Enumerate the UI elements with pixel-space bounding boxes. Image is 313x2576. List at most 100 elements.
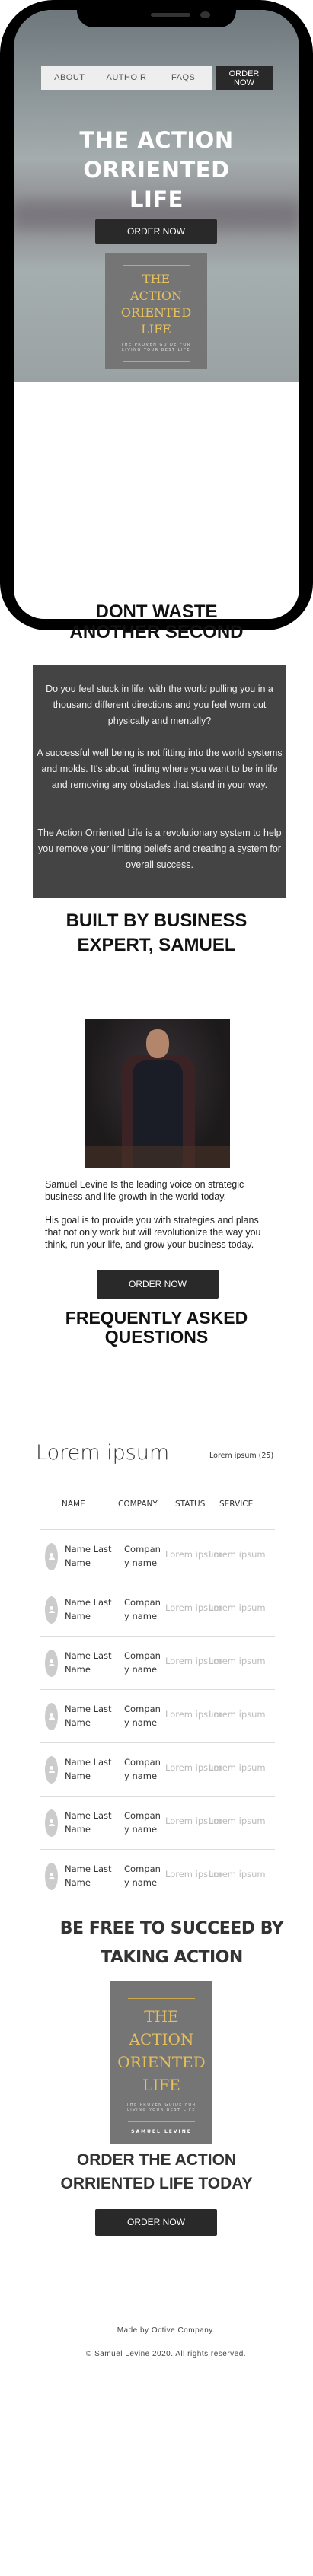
intro-paragraph: A successful well being is not fitting i… xyxy=(37,748,283,790)
book-cover-hero: THE ACTION ORIENTED LIFE THE PROVEN GUID… xyxy=(105,253,207,369)
avatar-icon xyxy=(45,1863,58,1890)
avatar-icon xyxy=(45,1543,58,1570)
table-count: Lorem ipsum (25) xyxy=(209,1452,274,1460)
row-service: Lorem ipsum xyxy=(209,1762,266,1773)
heading-line: QUESTIONS xyxy=(104,1327,209,1347)
book-cover: THE ACTION ORIENTED LIFE THE PROVEN GUID… xyxy=(110,1981,212,2144)
divider xyxy=(128,1998,195,1999)
col-service[interactable]: SERVICE xyxy=(219,1500,253,1509)
hero-order-button[interactable]: ORDER NOW xyxy=(95,219,217,244)
hero-title-line: ORRIENTED xyxy=(83,157,230,183)
table-row[interactable]: Name Last Name Company name Lorem ipsum … xyxy=(40,1689,275,1742)
hero-title-line: LIFE xyxy=(129,187,184,212)
row-service: Lorem ipsum xyxy=(209,1816,266,1826)
phone-screen: ABOUT AUTHO R FAQS ORDER NOW THE ACTION … xyxy=(14,10,299,619)
face xyxy=(146,1029,169,1058)
row-company: Company name xyxy=(124,1757,161,1781)
heading-line: ORRIENTED LIFE TODAY xyxy=(60,2175,253,2192)
hero-title: THE ACTION ORRIENTED LIFE xyxy=(14,126,299,215)
hero-title-line: THE ACTION xyxy=(79,127,234,153)
faq-heading: FREQUENTLY ASKED QUESTIONS xyxy=(0,1309,313,1347)
avatar-icon xyxy=(45,1756,58,1784)
col-company[interactable]: COMPANY xyxy=(118,1500,158,1509)
book-title-line: LIFE xyxy=(141,322,171,336)
author-photo xyxy=(85,1019,230,1168)
footer-made-by: Made by Octive Company. xyxy=(117,2326,216,2335)
be-free-heading: BE FREE TO SUCCEED BY TAKING ACTION xyxy=(15,1914,313,1972)
heading-line: BUILT BY BUSINESS xyxy=(65,910,248,931)
intro-panel: Do you feel stuck in life, with the worl… xyxy=(33,665,286,898)
row-name: Name Last Name xyxy=(65,1863,112,1888)
bio-paragraph: Samuel Levine Is the leading voice on st… xyxy=(45,1179,244,1202)
footer-copyright: © Samuel Levine 2020. All rights reserve… xyxy=(85,2350,247,2358)
row-service: Lorem ipsum xyxy=(209,1602,266,1613)
nav-about[interactable]: ABOUT xyxy=(41,66,98,90)
table-row[interactable]: Name Last Name Company name Lorem ipsum … xyxy=(40,1529,275,1583)
heading-line: EXPERT, SAMUEL xyxy=(77,935,236,955)
row-service: Lorem ipsum xyxy=(209,1549,266,1560)
book-subtitle: THE PROVEN GUIDE FOR xyxy=(126,2103,196,2107)
floor xyxy=(85,1146,230,1168)
phone-notch xyxy=(77,10,236,27)
row-service: Lorem ipsum xyxy=(209,1709,266,1720)
col-status[interactable]: STATUS xyxy=(175,1500,205,1509)
table-row[interactable]: Name Last Name Company name Lorem ipsum … xyxy=(40,1796,275,1849)
heading-line: DONT WASTE xyxy=(95,601,218,622)
heading-line: ANOTHER SECOND xyxy=(69,622,244,642)
avatar-icon xyxy=(45,1596,58,1624)
divider xyxy=(128,2121,195,2122)
divider xyxy=(123,361,190,362)
heading-line: TAKING ACTION xyxy=(101,1948,243,1967)
row-company: Company name xyxy=(124,1650,161,1675)
book-title-line: THE xyxy=(142,272,171,286)
row-name: Name Last Name xyxy=(65,1704,112,1728)
row-service: Lorem ipsum xyxy=(209,1656,266,1666)
nav-order-now-button[interactable]: ORDER NOW xyxy=(216,66,273,90)
author-order-button[interactable]: ORDER NOW xyxy=(97,1270,219,1299)
book-author: SAMUEL LEVINE xyxy=(131,2129,192,2134)
final-order-button[interactable]: ORDER NOW xyxy=(95,2209,217,2236)
book-title-line: LIFE xyxy=(142,2076,180,2094)
table-row[interactable]: Name Last Name Company name Lorem ipsum … xyxy=(40,1849,275,1902)
col-name[interactable]: NAME xyxy=(62,1500,85,1509)
nav-tabs: ABOUT AUTHO R FAQS xyxy=(41,66,212,90)
book-subtitle: LIVING YOUR BEST LIFE xyxy=(126,2108,196,2112)
row-name: Name Last Name xyxy=(65,1544,112,1568)
book-subtitle: LIVING YOUR BEST LIFE xyxy=(121,348,190,352)
order-heading: ORDER THE ACTION ORRIENTED LIFE TODAY xyxy=(0,2148,313,2195)
avatar-icon xyxy=(45,1650,58,1677)
table-title: Lorem ipsum xyxy=(36,1441,170,1465)
row-name: Name Last Name xyxy=(65,1597,112,1621)
heading-line: BE FREE TO SUCCEED BY xyxy=(59,1919,284,1938)
book-title-line: ACTION xyxy=(130,289,182,303)
intro-paragraph: The Action Orriented Life is a revolutio… xyxy=(37,827,282,870)
nav-author[interactable]: AUTHO R xyxy=(98,66,155,90)
avatar-icon xyxy=(45,1809,58,1837)
book-title-line: ORIENTED xyxy=(120,305,192,320)
author-heading: BUILT BY BUSINESS EXPERT, SAMUEL xyxy=(0,909,313,958)
intro-paragraph: Do you feel stuck in life, with the worl… xyxy=(46,684,273,726)
book-title-line: THE xyxy=(144,2007,179,2026)
book-subtitle: THE PROVEN GUIDE FOR xyxy=(121,343,191,347)
camera-icon xyxy=(200,11,210,18)
row-service: Lorem ipsum xyxy=(209,1869,266,1879)
heading-line: FREQUENTLY ASKED xyxy=(65,1308,248,1328)
book-title-line: ACTION xyxy=(129,2030,194,2048)
book-title-line: ORIENTED xyxy=(117,2053,206,2071)
row-name: Name Last Name xyxy=(65,1650,112,1675)
table-row[interactable]: Name Last Name Company name Lorem ipsum … xyxy=(40,1742,275,1796)
row-company: Company name xyxy=(124,1810,161,1835)
row-name: Name Last Name xyxy=(65,1810,112,1835)
row-company: Company name xyxy=(124,1863,161,1888)
heading-line: ORDER THE ACTION xyxy=(76,2151,237,2169)
avatar-icon xyxy=(45,1703,58,1730)
table-row[interactable]: Name Last Name Company name Lorem ipsum … xyxy=(40,1636,275,1689)
dont-waste-heading: DONT WASTE ANOTHER SECOND xyxy=(0,601,313,642)
divider xyxy=(123,265,190,266)
bio-paragraph: His goal is to provide you with strategi… xyxy=(45,1215,261,1250)
row-name: Name Last Name xyxy=(65,1757,112,1781)
row-company: Company name xyxy=(124,1704,161,1728)
table-row[interactable]: Name Last Name Company name Lorem ipsum … xyxy=(40,1583,275,1636)
nav-faqs[interactable]: FAQS xyxy=(155,66,212,90)
speaker-icon xyxy=(151,13,190,17)
